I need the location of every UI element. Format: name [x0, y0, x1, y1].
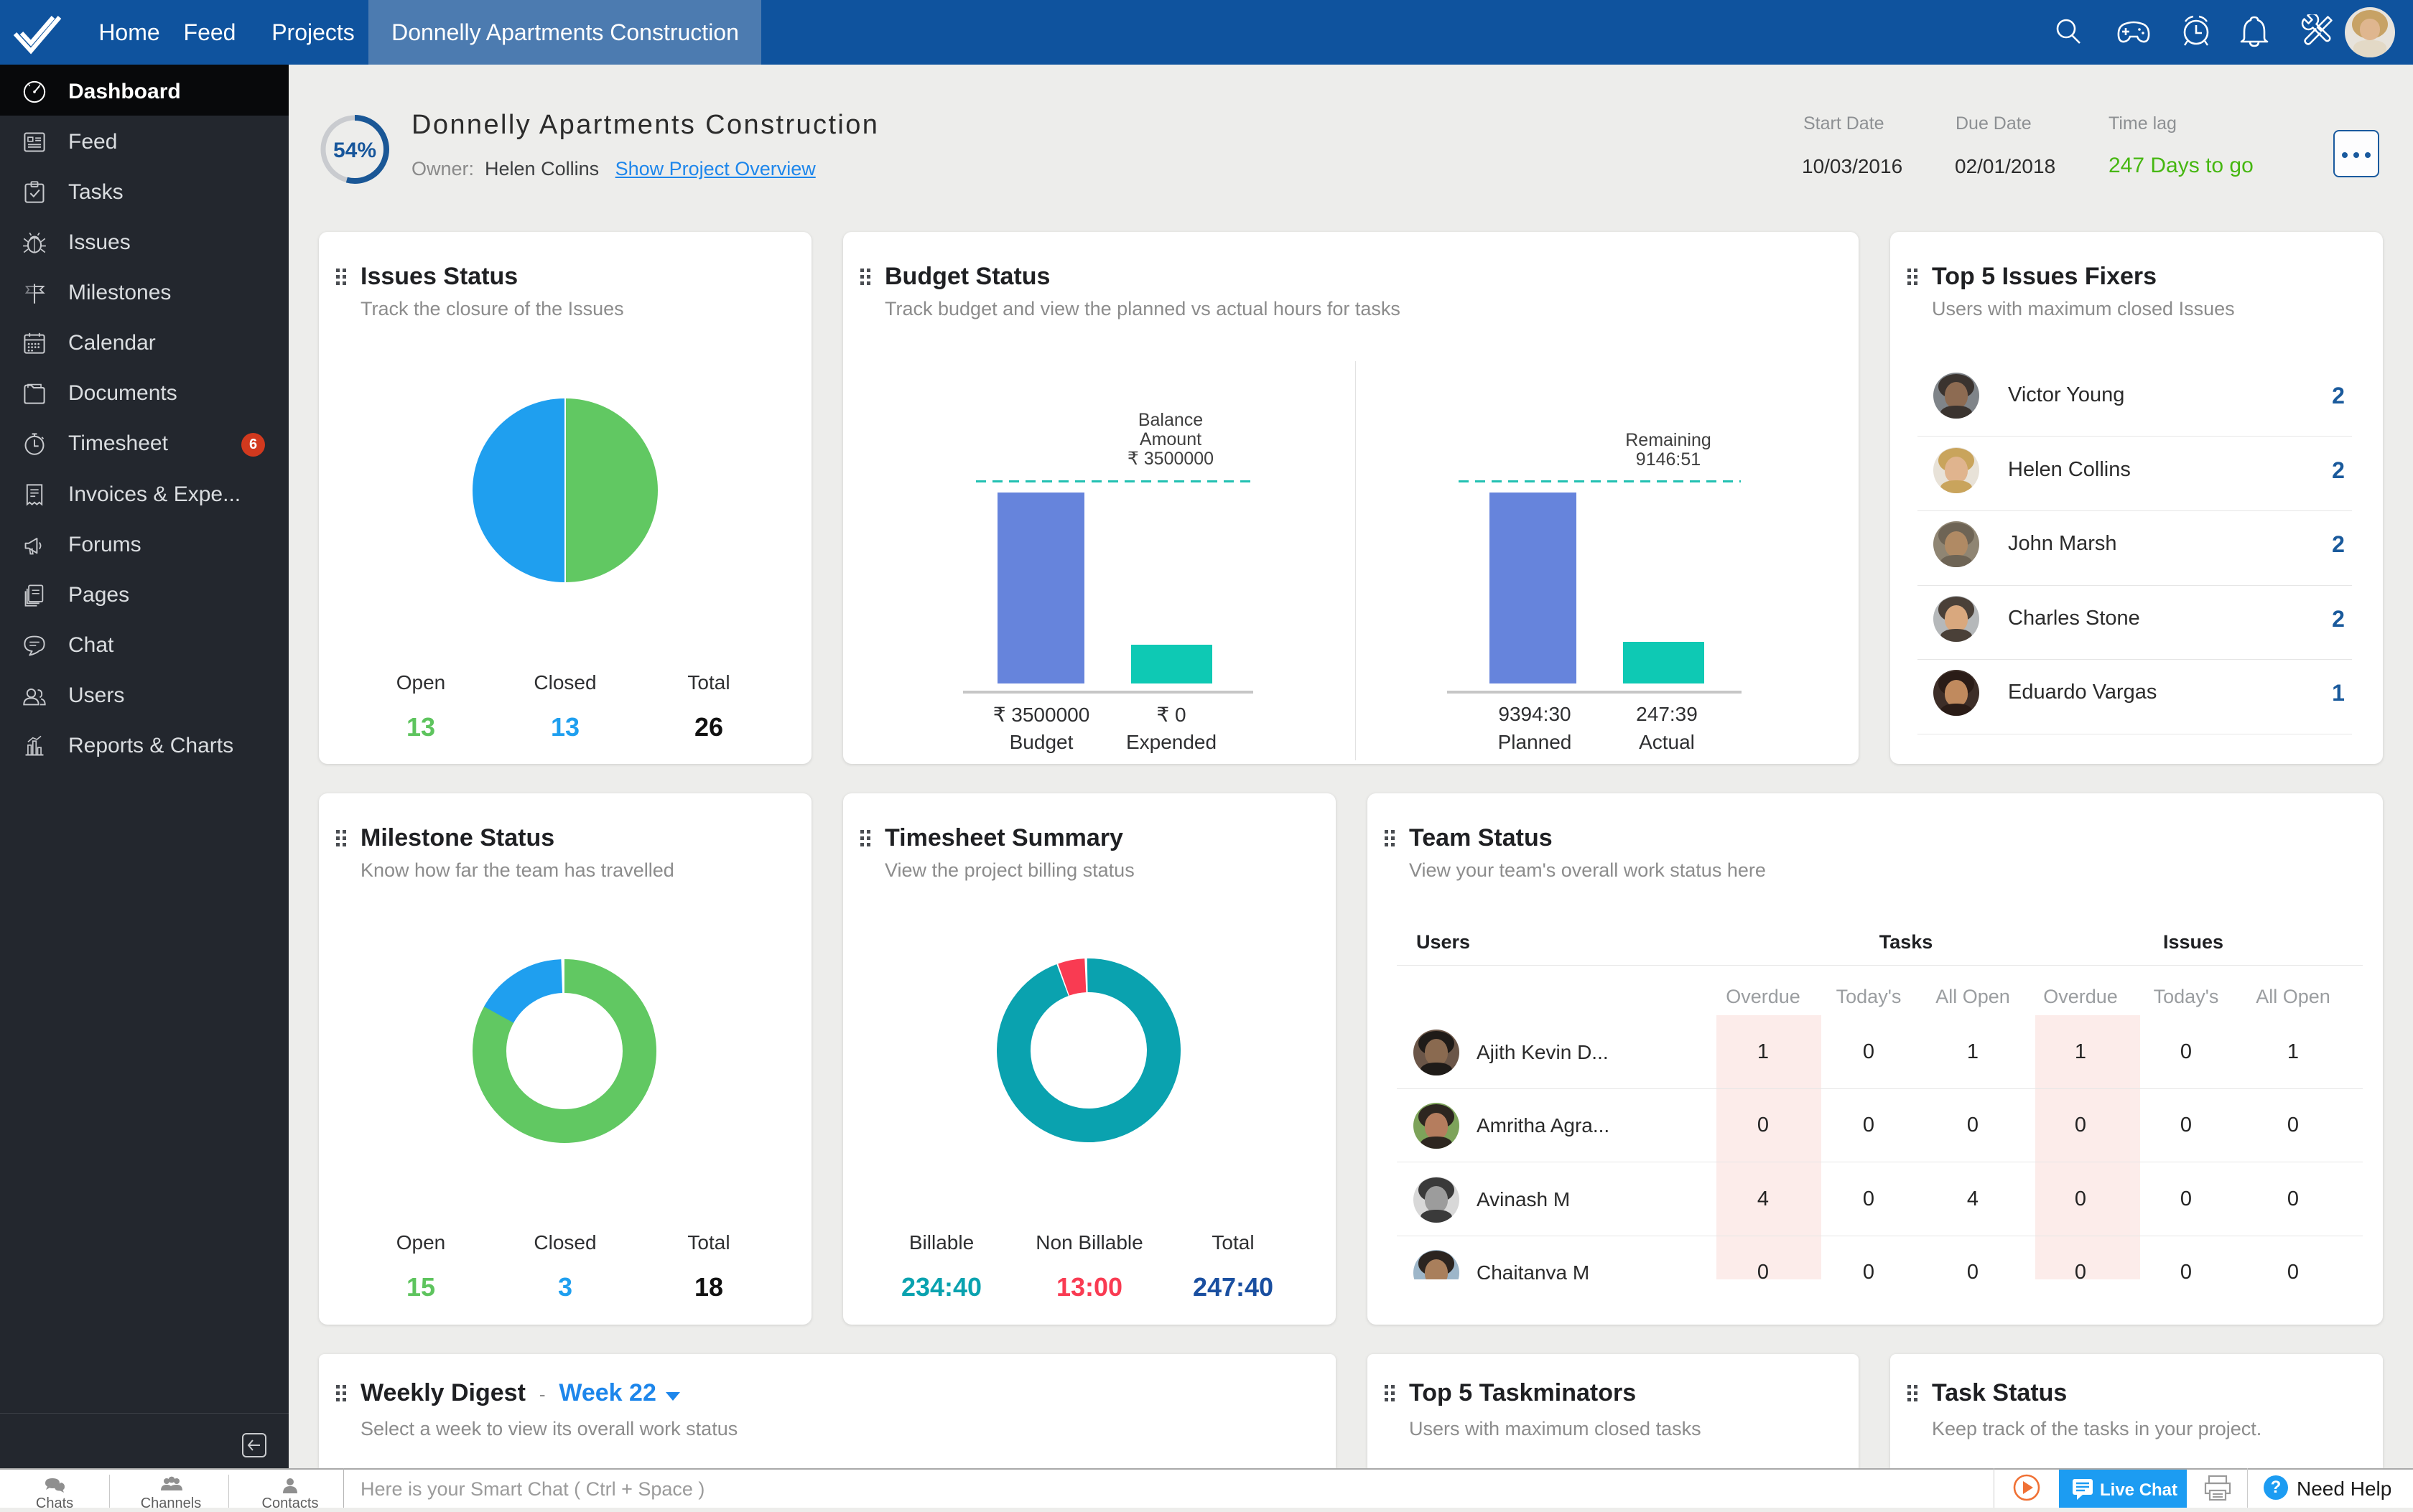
svg-text:54%: 54%: [333, 139, 376, 162]
